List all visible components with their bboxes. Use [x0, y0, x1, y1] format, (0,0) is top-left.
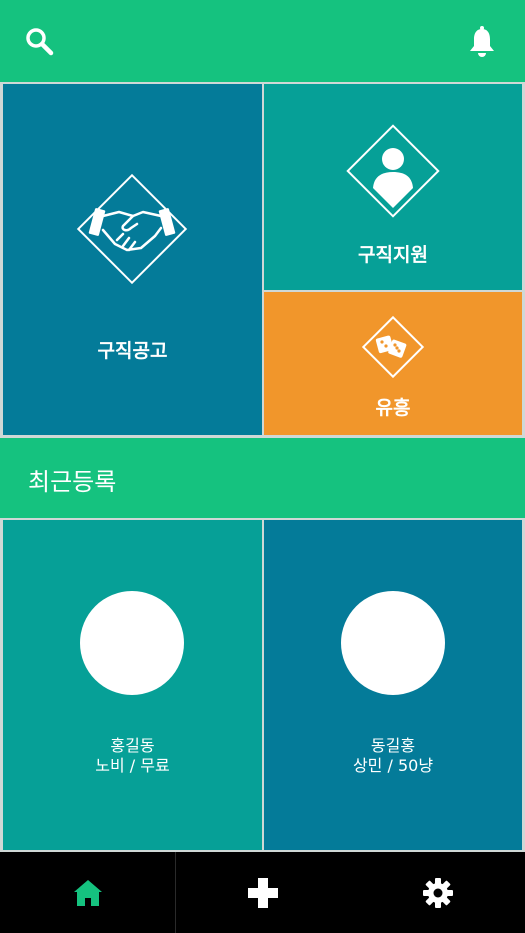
card-name: 홍길동 — [110, 736, 155, 755]
card-name: 동길홍 — [370, 736, 416, 755]
dice-icon — [361, 315, 425, 379]
tile-job-postings[interactable]: 구직공고 — [3, 84, 262, 435]
top-bar — [0, 0, 525, 82]
gear-icon — [422, 877, 453, 908]
tile-label: 유흥 — [375, 397, 411, 419]
avatar — [341, 591, 445, 695]
tile-label: 구직지원 — [358, 244, 428, 266]
user-icon — [346, 124, 440, 218]
card-text: 홍길동 노비 / 무료 — [3, 736, 262, 776]
app-root: 구직공고 구직지원 유흥 최근등록 홍길동 노비 / 무료 동길홍 상민 / 5… — [0, 0, 525, 933]
handshake-icon — [76, 173, 188, 285]
bell-icon[interactable] — [464, 22, 500, 62]
tile-entertainment[interactable]: 유흥 — [264, 292, 522, 435]
recent-card[interactable]: 홍길동 노비 / 무료 — [3, 520, 262, 850]
avatar — [80, 591, 184, 695]
search-icon[interactable] — [22, 22, 58, 62]
nav-home-button[interactable] — [0, 852, 175, 933]
tile-label: 구직공고 — [97, 340, 168, 362]
card-detail: 노비 / 무료 — [95, 756, 170, 775]
section-title: 최근등록 — [28, 468, 117, 496]
recent-card[interactable]: 동길홍 상민 / 50냥 — [264, 520, 522, 850]
card-text: 동길홍 상민 / 50냥 — [264, 736, 522, 776]
tile-job-applications[interactable]: 구직지원 — [264, 84, 522, 290]
home-icon — [73, 879, 102, 906]
nav-add-button[interactable] — [176, 852, 350, 933]
nav-settings-button[interactable] — [350, 852, 525, 933]
card-detail: 상민 / 50냥 — [352, 756, 434, 775]
plus-icon — [248, 877, 278, 908]
recent-section-header: 최근등록 — [0, 438, 525, 518]
bottom-navigation — [0, 852, 525, 933]
